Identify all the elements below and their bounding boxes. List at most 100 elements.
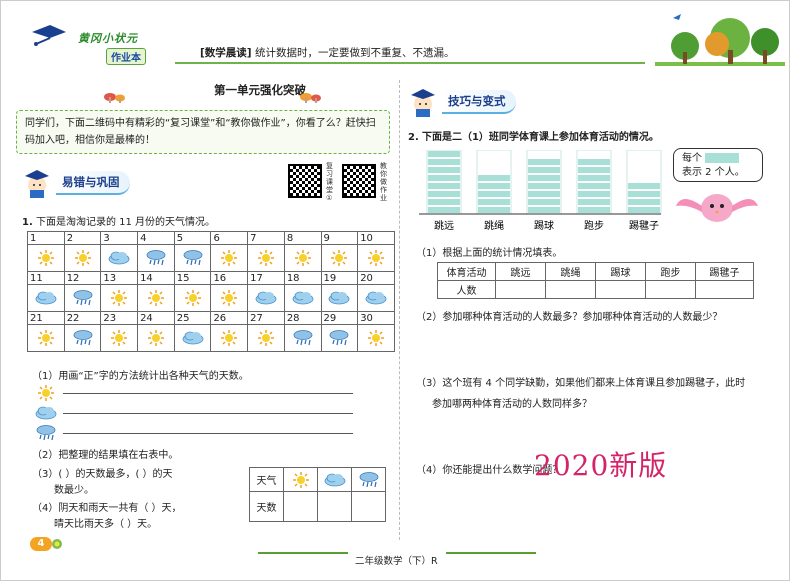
sub-question-1: （1）用画“正”字的方法统计出各种天气的天数。 <box>32 371 249 382</box>
bar-unit <box>528 159 560 165</box>
calendar-day: 3 <box>100 231 139 245</box>
answer-cell[interactable] <box>645 280 696 299</box>
rainy-icon <box>63 324 102 352</box>
answer-line[interactable] <box>63 432 353 434</box>
snail-icon <box>52 539 62 549</box>
bar-unit <box>478 191 510 197</box>
bar-unit <box>428 159 460 165</box>
bar-unit <box>478 175 510 181</box>
calendar-day: 29 <box>320 311 359 325</box>
answer-row-cloudy <box>35 404 353 422</box>
sub-question-4: （4）阴天和雨天一共有（ ）天， <box>32 503 182 514</box>
calendar-day: 15 <box>173 271 212 285</box>
sunny-icon <box>100 324 139 352</box>
question-text: 下面是二（1）班同学体育课上参加体育活动的情况。 <box>421 132 659 143</box>
question-number: 2. <box>408 132 419 143</box>
bar-unit <box>628 199 660 205</box>
calendar-day: 19 <box>320 271 359 285</box>
answer-cell[interactable] <box>545 280 596 299</box>
badge-label: 技巧与变式 <box>442 90 516 114</box>
calendar-day: 13 <box>100 271 139 285</box>
logo: 黄冈小状元 作业本 <box>18 14 168 65</box>
bar-unit <box>628 191 660 197</box>
sunny-icon <box>320 244 359 272</box>
calendar-day: 9 <box>320 231 359 245</box>
legend-swatch <box>705 153 740 163</box>
answer-row-rainy <box>35 424 353 442</box>
answer-cell[interactable] <box>695 280 754 299</box>
calendar-day: 6 <box>210 231 249 245</box>
header-tag: [数学晨读] <box>200 47 252 59</box>
cloudy-icon <box>324 473 346 486</box>
bar-unit <box>528 183 560 189</box>
qr-code[interactable] <box>288 164 322 198</box>
answer-cell[interactable] <box>283 491 318 522</box>
bar-unit <box>578 183 610 189</box>
logo-subtitle: 作业本 <box>106 48 146 65</box>
table-icon-cell <box>317 467 352 492</box>
answer-cell[interactable] <box>351 491 386 522</box>
activity-bar-chart: 跳远 跳绳 踢球 跑步 踢毽子 <box>419 150 662 232</box>
calendar-day: 18 <box>283 271 322 285</box>
cloudy-icon <box>27 284 65 312</box>
answer-line[interactable] <box>63 412 353 414</box>
badge-skills: 技巧与变式 <box>408 87 516 117</box>
bar-unit <box>428 191 460 197</box>
mushroom-icon <box>300 93 321 103</box>
rainy-icon <box>63 284 102 312</box>
answer-line[interactable] <box>63 392 353 394</box>
bar-unit <box>578 167 610 173</box>
edition-watermark: 2020新版 <box>534 449 668 482</box>
bar-unit <box>628 207 660 213</box>
qr-code[interactable] <box>342 164 376 198</box>
calendar-day: 20 <box>357 271 395 285</box>
bar-unit <box>578 159 610 165</box>
sunny-icon <box>210 324 249 352</box>
bar-踢球 <box>528 159 560 213</box>
book-title: 二年级数学（下）R <box>355 556 438 567</box>
bar-unit <box>428 183 460 189</box>
bar-unit <box>628 183 660 189</box>
answer-cell[interactable] <box>317 491 352 522</box>
table-header: 跳远 <box>495 262 546 281</box>
rainy-icon <box>35 424 57 442</box>
intro-box: 同学们，下面二维码中有精彩的“复习课堂”和“教你做作业”，你看了么？赶快扫码加入… <box>16 110 390 154</box>
column-divider <box>399 80 400 540</box>
table-header: 天气 <box>249 467 284 492</box>
table-icon-cell <box>351 467 386 492</box>
bird-mascot-icon <box>676 194 758 222</box>
cloudy-icon <box>320 284 359 312</box>
sub-question-3: （3）这个班有 4 个同学缺勤，如果他们都来上体育课且参加踢毽子，此时 <box>416 378 746 389</box>
bar-unit <box>578 191 610 197</box>
calendar-day: 5 <box>173 231 212 245</box>
sunny-icon <box>27 244 65 272</box>
calendar-day: 11 <box>27 271 65 285</box>
graduation-cap-icon <box>32 25 66 46</box>
x-tick-label: 踢球 <box>534 219 554 232</box>
rainy-icon <box>320 324 359 352</box>
sub-question-2: （2）把整理的结果填在右表中。 <box>32 450 179 461</box>
calendar-day: 2 <box>63 231 102 245</box>
sunny-icon <box>100 284 139 312</box>
answer-row-sunny <box>35 384 353 402</box>
sunny-icon <box>210 244 249 272</box>
bar-unit <box>428 175 460 181</box>
answer-cell[interactable] <box>495 280 546 299</box>
sunny-icon <box>137 324 175 352</box>
bar-踢毽子 <box>628 183 660 213</box>
bar-unit <box>578 175 610 181</box>
table-header: 天数 <box>249 491 284 522</box>
table-header: 体育活动 <box>437 262 496 281</box>
question-number: 1. <box>22 217 33 228</box>
legend-bubble: 每个 表示 2 个人。 <box>673 148 763 182</box>
weather-calendar: 1 2 3 4 5 6 7 8 9 10 11 12 13 14 15 16 17 18 19 20 21 22 23 24 2… <box>27 231 395 352</box>
table-header: 跑步 <box>645 262 696 281</box>
student-avatar-icon <box>25 170 49 198</box>
bar-unit <box>578 207 610 213</box>
table-header: 踢毽子 <box>695 262 754 281</box>
answer-cell[interactable] <box>595 280 646 299</box>
bar-unit <box>528 175 560 181</box>
question-text: 下面是淘淘记录的 11 月份的天气情况。 <box>35 217 216 228</box>
sunny-icon <box>290 471 312 488</box>
sub-question-2: （2）参加哪种体育活动的人数最多？参加哪种体育活动的人数最少？ <box>416 312 723 323</box>
